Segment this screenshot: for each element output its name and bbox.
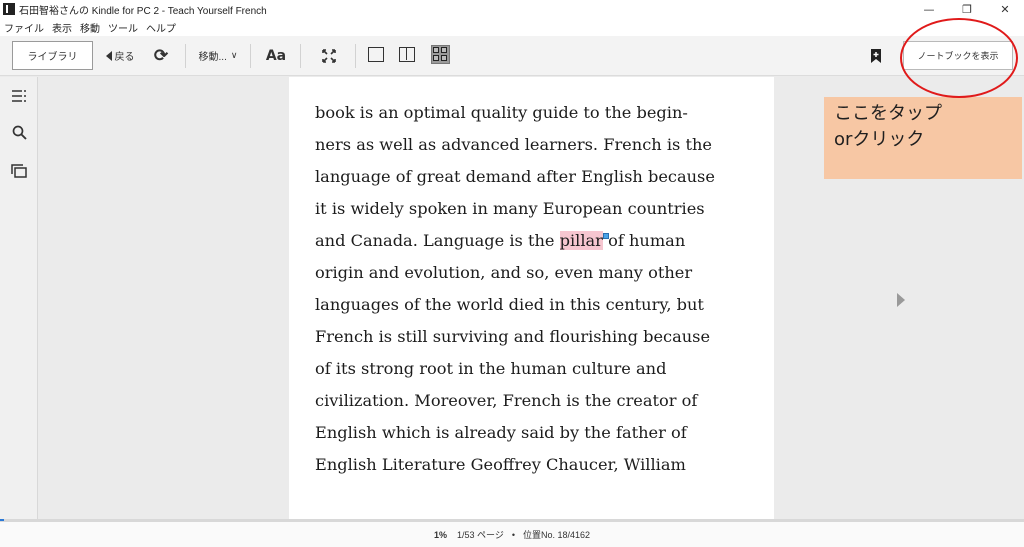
menu-bar: ファイル 表示 移動 ツール ヘルプ — [0, 18, 1024, 36]
back-arrow-icon — [105, 50, 112, 61]
text-line: French is still surviving and flourishin… — [315, 327, 711, 346]
grid-view-icon[interactable] — [431, 45, 450, 64]
menu-view[interactable]: 表示 — [52, 20, 72, 35]
fullscreen-icon — [322, 48, 336, 63]
page-text: book is an optimal quality guide to the … — [315, 97, 755, 481]
book-page[interactable]: book is an optimal quality guide to the … — [289, 77, 774, 521]
library-button[interactable]: ライブラリ — [12, 41, 93, 70]
status-bar: 1% 1/53 ページ • 位置No. 18/4162 — [0, 521, 1024, 547]
back-button[interactable]: 戻る — [100, 41, 140, 70]
grid-cell — [441, 47, 447, 53]
grid-cell — [433, 47, 439, 53]
left-sidebar — [0, 77, 38, 521]
menu-help[interactable]: ヘルプ — [146, 20, 176, 35]
toolbar-divider — [355, 44, 356, 68]
text-line: of its strong root in the human culture … — [315, 359, 667, 378]
close-button[interactable]: ✕ — [986, 0, 1024, 18]
toolbar: ライブラリ 戻る ⟳ 移動... ∨ Aa ノートブックを表示 — [0, 36, 1024, 76]
annotation-callout: ここをタップ orクリック — [824, 97, 1022, 179]
kindle-app-icon — [3, 3, 15, 15]
highlighted-word[interactable]: pillar — [559, 231, 609, 250]
goto-label: 移動... — [198, 52, 227, 63]
highlighted-word-text: pillar — [559, 231, 603, 250]
grid-cell — [441, 55, 447, 61]
sync-icon: ⟳ — [153, 45, 169, 65]
restore-button[interactable]: ❐ — [948, 0, 986, 18]
toolbar-divider — [185, 44, 186, 68]
font-settings-button[interactable]: Aa — [262, 41, 290, 70]
text-line: languages of the world died in this cent… — [315, 295, 704, 314]
text-line: language of great demand after English b… — [315, 167, 715, 186]
menu-tools[interactable]: ツール — [108, 20, 138, 35]
text-segment: and Canada. Language is the — [315, 231, 560, 250]
kindle-app-window: 石田智裕さんの Kindle for PC 2 - Teach Yourself… — [0, 0, 1024, 547]
minimize-button[interactable]: — — [910, 0, 948, 18]
window-controls: — ❐ ✕ — [910, 0, 1024, 18]
annotation-circle — [900, 18, 1018, 98]
menu-file[interactable]: ファイル — [4, 20, 44, 35]
fullscreen-button[interactable] — [318, 41, 340, 70]
two-column-icon[interactable] — [399, 47, 415, 62]
text-line: it is widely spoken in many European cou… — [315, 199, 705, 218]
page-count: 1/53 ページ — [456, 530, 504, 540]
window-title: 石田智裕さんの Kindle for PC 2 - Teach Yourself… — [19, 5, 267, 17]
toolbar-divider — [250, 44, 251, 68]
text-line: origin and evolution, and so, even many … — [315, 263, 693, 282]
text-line: English which is already said by the fat… — [315, 423, 687, 442]
toc-icon[interactable] — [10, 87, 28, 105]
title-bar: 石田智裕さんの Kindle for PC 2 - Teach Yourself… — [0, 0, 1024, 18]
grid-cell — [433, 55, 439, 61]
flashcards-icon[interactable] — [10, 162, 28, 180]
text-line: book is an optimal quality guide to the … — [315, 103, 688, 122]
back-label: 戻る — [114, 52, 135, 63]
add-bookmark-button[interactable] — [866, 41, 886, 70]
bookmark-add-icon — [871, 48, 881, 63]
text-line: civilization. Moreover, French is the cr… — [315, 391, 698, 410]
annotation-line-1: ここをタップ — [834, 103, 942, 124]
search-icon[interactable] — [10, 123, 28, 141]
location-number: 位置No. 18/4162 — [522, 530, 591, 540]
note-marker-icon[interactable] — [602, 233, 609, 239]
text-segment: of human — [602, 231, 686, 250]
sync-button[interactable]: ⟳ — [148, 41, 174, 70]
status-separator: • — [511, 529, 515, 540]
goto-button[interactable]: 移動... ∨ — [192, 41, 244, 70]
menu-go[interactable]: 移動 — [80, 20, 100, 35]
toolbar-divider — [300, 44, 301, 68]
text-line: English Literature Geoffrey Chaucer, Wil… — [315, 455, 686, 474]
text-line-with-highlight: and Canada. Language is the pillar of hu… — [315, 225, 755, 257]
next-page-arrow-icon[interactable] — [897, 293, 905, 307]
text-line: ners as well as advanced learners. Frenc… — [315, 135, 712, 154]
progress-percent: 1% — [433, 529, 447, 540]
single-column-icon[interactable] — [368, 47, 384, 62]
chevron-down-icon: ∨ — [230, 50, 238, 60]
annotation-line-2: orクリック — [834, 129, 925, 150]
